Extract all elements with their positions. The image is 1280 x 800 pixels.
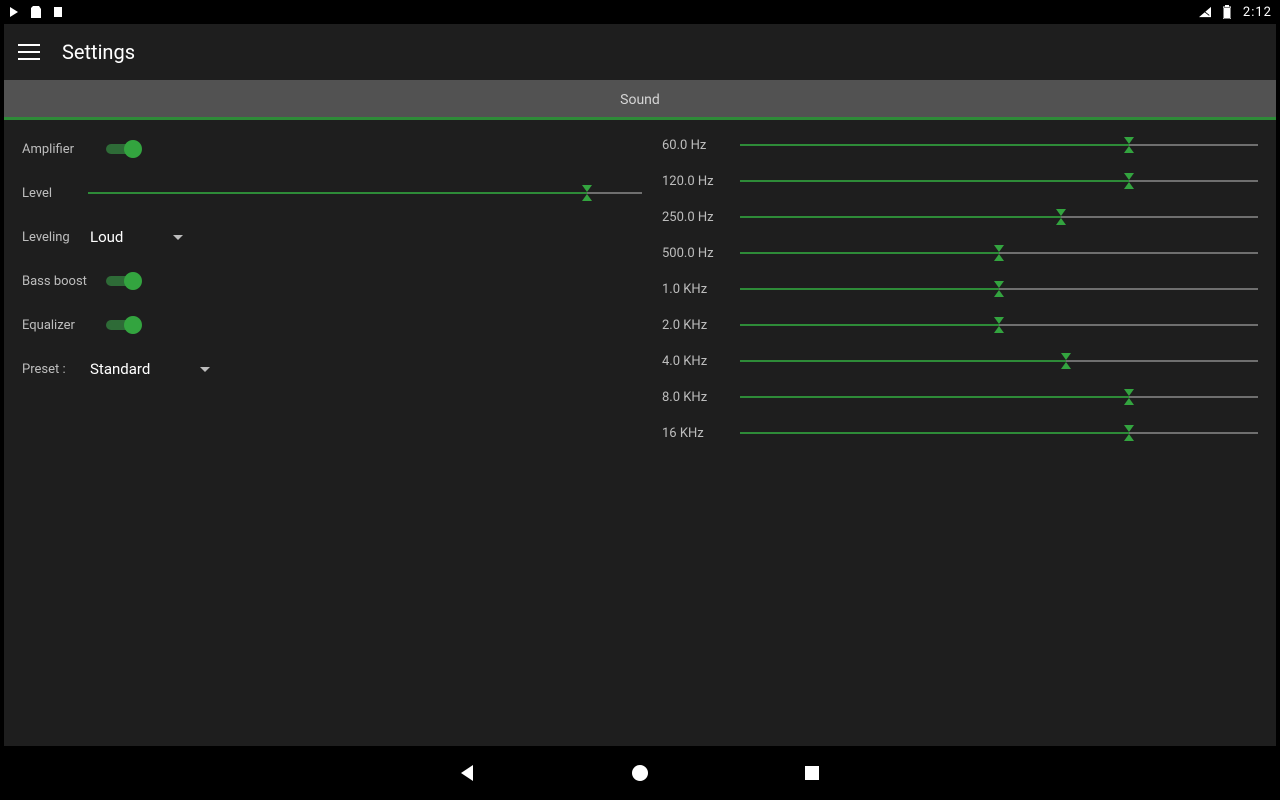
eq-band-label: 4.0 KHz	[662, 354, 722, 369]
play-icon	[8, 6, 20, 18]
amplifier-row: Amplifier	[22, 134, 642, 164]
eq-band-label: 1.0 KHz	[662, 282, 722, 297]
eq-band-slider[interactable]	[740, 244, 1258, 262]
eq-band-label: 8.0 KHz	[662, 390, 722, 405]
navbar	[0, 746, 1280, 800]
eq-band-row: 60.0 Hz	[662, 136, 1258, 154]
chevron-down-icon	[200, 367, 210, 372]
eq-band-slider[interactable]	[740, 136, 1258, 154]
eq-band-row: 250.0 Hz	[662, 208, 1258, 226]
equalizer-label: Equalizer	[22, 318, 92, 333]
eq-band-label: 2.0 KHz	[662, 318, 722, 333]
eq-band-slider[interactable]	[740, 316, 1258, 334]
eq-band-row: 4.0 KHz	[662, 352, 1258, 370]
leveling-row: Leveling Loud	[22, 222, 642, 252]
music-note-icon	[52, 6, 64, 18]
menu-icon[interactable]	[18, 44, 40, 60]
content: Amplifier Level Leveling Loud	[4, 120, 1276, 746]
eq-band-slider[interactable]	[740, 172, 1258, 190]
eq-band-row: 16 KHz	[662, 424, 1258, 442]
eq-band-row: 2.0 KHz	[662, 316, 1258, 334]
preset-row: Preset : Standard	[22, 354, 642, 384]
nav-back-button[interactable]	[457, 762, 479, 784]
amplifier-label: Amplifier	[22, 142, 92, 157]
equalizer-toggle[interactable]	[106, 316, 140, 334]
leveling-dropdown[interactable]: Loud	[88, 224, 185, 250]
bassboost-label: Bass boost	[22, 274, 92, 289]
eq-band-row: 500.0 Hz	[662, 244, 1258, 262]
eq-band-label: 60.0 Hz	[662, 138, 722, 153]
tab-underline	[4, 117, 1276, 120]
sdcard-icon	[30, 6, 42, 18]
level-slider[interactable]	[88, 184, 642, 202]
status-bar: 2:12	[0, 0, 1280, 24]
amplifier-toggle[interactable]	[106, 140, 140, 158]
left-column: Amplifier Level Leveling Loud	[22, 134, 642, 732]
eq-band-row: 1.0 KHz	[662, 280, 1258, 298]
nav-home-button[interactable]	[629, 762, 651, 784]
tab-sound[interactable]: Sound	[4, 80, 1276, 120]
eq-band-row: 8.0 KHz	[662, 388, 1258, 406]
status-right: 2:12	[1199, 5, 1272, 20]
level-row: Level	[22, 178, 642, 208]
app-window: Settings Sound Amplifier Level	[4, 24, 1276, 746]
chevron-down-icon	[173, 235, 183, 240]
preset-label: Preset :	[22, 362, 74, 377]
eq-band-label: 250.0 Hz	[662, 210, 722, 225]
bassboost-toggle[interactable]	[106, 272, 140, 290]
eq-band-slider[interactable]	[740, 208, 1258, 226]
eq-band-slider[interactable]	[740, 280, 1258, 298]
eq-band-label: 500.0 Hz	[662, 246, 722, 261]
level-label: Level	[22, 186, 74, 201]
app-bar: Settings	[4, 24, 1276, 80]
eq-band-slider[interactable]	[740, 388, 1258, 406]
preset-value: Standard	[90, 360, 150, 378]
eq-band-label: 120.0 Hz	[662, 174, 722, 189]
equalizer-row: Equalizer	[22, 310, 642, 340]
equalizer-bands: 60.0 Hz 120.0 Hz 250.0 Hz 500.0 Hz 1.0 KHz 2.…	[662, 134, 1258, 732]
page-title: Settings	[62, 40, 135, 64]
eq-band-row: 120.0 Hz	[662, 172, 1258, 190]
eq-band-slider[interactable]	[740, 424, 1258, 442]
battery-icon	[1221, 6, 1233, 18]
tab-label: Sound	[620, 92, 660, 108]
leveling-value: Loud	[90, 228, 123, 246]
eq-band-label: 16 KHz	[662, 426, 722, 441]
leveling-label: Leveling	[22, 230, 74, 245]
eq-band-slider[interactable]	[740, 352, 1258, 370]
preset-dropdown[interactable]: Standard	[88, 356, 212, 382]
status-clock: 2:12	[1243, 5, 1272, 20]
bassboost-row: Bass boost	[22, 266, 642, 296]
status-left	[8, 6, 64, 18]
nav-recent-button[interactable]	[801, 762, 823, 784]
signal-icon	[1199, 6, 1211, 18]
